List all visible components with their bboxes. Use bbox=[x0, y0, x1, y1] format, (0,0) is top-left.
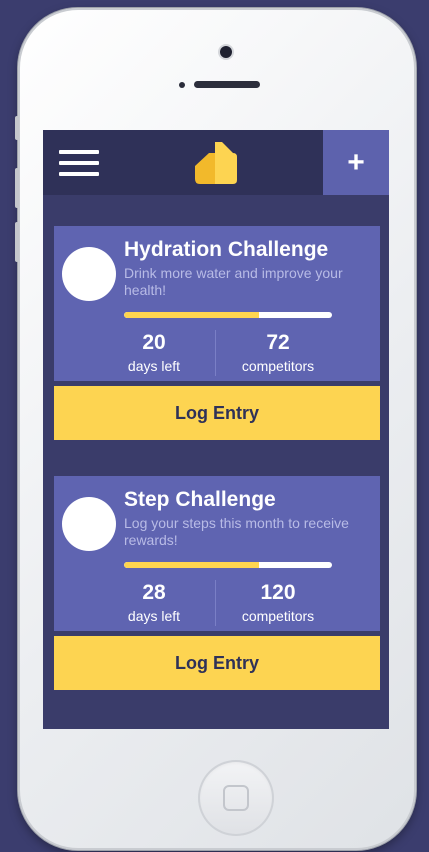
challenge-title: Step Challenge bbox=[124, 488, 276, 511]
challenge-title: Hydration Challenge bbox=[124, 238, 329, 261]
hamburger-icon[interactable] bbox=[59, 150, 101, 176]
volume-down-button bbox=[15, 222, 19, 262]
competitors-stat: 72 competitors bbox=[208, 332, 348, 375]
days-left-value: 28 bbox=[142, 581, 166, 604]
days-left-stat: 28 days left bbox=[84, 582, 224, 625]
front-camera bbox=[220, 46, 232, 58]
proximity-sensor bbox=[179, 82, 185, 88]
add-button[interactable]: + bbox=[323, 130, 389, 195]
challenge-avatar bbox=[62, 497, 116, 551]
app-logo-icon bbox=[195, 142, 237, 184]
log-entry-button[interactable]: Log Entry bbox=[54, 636, 380, 690]
challenge-card: Hydration Challenge Drink more water and… bbox=[54, 226, 380, 381]
home-square-icon bbox=[223, 785, 249, 811]
days-left-value: 20 bbox=[142, 331, 166, 354]
competitors-label: competitors bbox=[241, 358, 315, 374]
top-bar: + bbox=[43, 130, 389, 195]
log-entry-button[interactable]: Log Entry bbox=[54, 386, 380, 440]
progress-bar bbox=[124, 562, 332, 568]
competitors-label: competitors bbox=[241, 608, 315, 624]
competitors-value: 72 bbox=[266, 331, 290, 354]
volume-up-button bbox=[15, 168, 19, 208]
days-left-label: days left bbox=[127, 358, 181, 374]
competitors-stat: 120 competitors bbox=[208, 582, 348, 625]
progress-fill bbox=[124, 312, 260, 318]
challenge-description: Drink more water and improve your health… bbox=[124, 265, 343, 298]
days-left-label: days left bbox=[127, 608, 181, 624]
competitors-value: 120 bbox=[260, 581, 296, 604]
progress-fill bbox=[124, 562, 260, 568]
progress-bar bbox=[124, 312, 332, 318]
app-screen: + Hydration Challenge Drink more water a… bbox=[43, 130, 389, 729]
home-button[interactable] bbox=[198, 760, 274, 836]
challenge-card: Step Challenge Log your steps this month… bbox=[54, 476, 380, 631]
days-left-stat: 20 days left bbox=[84, 332, 224, 375]
challenge-avatar bbox=[62, 247, 116, 301]
challenge-description: Log your steps this month to receive rew… bbox=[124, 515, 349, 548]
mute-switch bbox=[15, 116, 19, 140]
earpiece-speaker bbox=[194, 81, 260, 88]
